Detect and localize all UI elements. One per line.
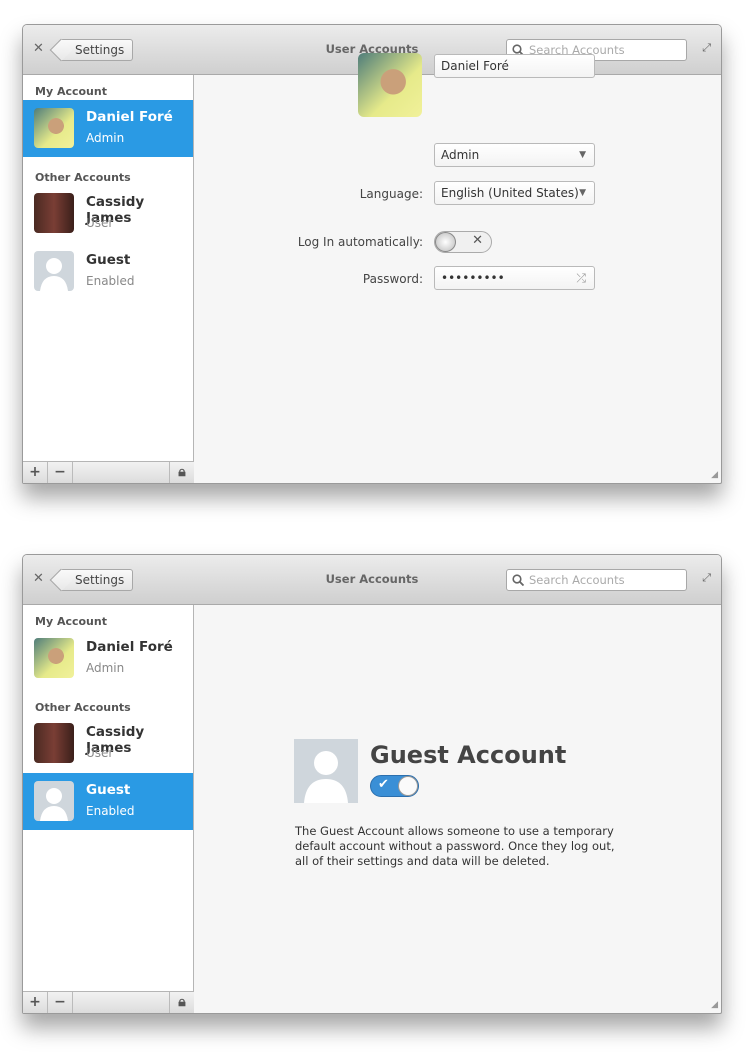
guest-avatar-icon [34, 251, 74, 291]
other-accounts-heading: Other Accounts [35, 171, 131, 184]
language-value: English (United States) [441, 186, 579, 200]
account-item-cassidy[interactable]: Cassidy James User [23, 715, 193, 772]
account-name: Daniel Foré [86, 109, 173, 125]
account-type-select[interactable]: Admin ▼ [434, 143, 595, 167]
password-label: Password: [362, 272, 423, 286]
account-item-daniel[interactable]: Daniel Foré Admin [23, 100, 193, 157]
account-item-daniel[interactable]: Daniel Foré Admin [23, 630, 193, 687]
my-account-heading: My Account [35, 85, 107, 98]
guest-title: Guest Account [370, 741, 567, 769]
header-bar: ✕ Settings User Accounts Search Accounts… [23, 555, 721, 605]
account-role: Admin [86, 131, 125, 145]
autologin-switch[interactable]: ✕ [434, 231, 492, 253]
account-role: Admin [86, 661, 125, 675]
account-name: Guest [86, 252, 131, 268]
remove-account-button[interactable]: − [48, 462, 73, 483]
sidebar: My Account Daniel Foré Admin Other Accoun… [23, 75, 194, 483]
off-x-icon: ✕ [472, 233, 483, 248]
search-placeholder: Search Accounts [529, 573, 625, 587]
guest-avatar-icon [34, 781, 74, 821]
search-input[interactable]: Search Accounts [506, 569, 687, 591]
account-item-cassidy[interactable]: Cassidy James User [23, 185, 193, 242]
resize-grip-icon[interactable]: ◢ [711, 1000, 718, 1010]
sidebar: My Account Daniel Foré Admin Other Accoun… [23, 605, 194, 1013]
dropdown-arrow-icon: ▼ [579, 150, 586, 160]
search-icon [512, 574, 524, 586]
sidebar-toolbar: + − 🔒︎ [23, 461, 194, 483]
full-name-input[interactable]: Daniel Foré [434, 54, 595, 78]
add-account-button[interactable]: + [23, 462, 48, 483]
remove-account-button[interactable]: − [48, 992, 73, 1013]
lock-icon[interactable]: 🔒︎ [169, 992, 194, 1013]
shuffle-icon[interactable]: ⤮ [576, 267, 586, 289]
account-name: Daniel Foré [86, 639, 173, 655]
avatar [34, 108, 74, 148]
language-label: Language: [359, 187, 423, 201]
user-accounts-window-guest: ✕ Settings User Accounts Search Accounts… [22, 554, 722, 1014]
check-icon: ✔ [378, 777, 389, 792]
dropdown-arrow-icon: ▼ [579, 188, 586, 198]
autologin-label: Log In automatically: [297, 235, 423, 249]
switch-knob [398, 776, 418, 796]
switch-knob [435, 232, 456, 252]
add-account-button[interactable]: + [23, 992, 48, 1013]
avatar [34, 193, 74, 233]
language-select[interactable]: English (United States) ▼ [434, 181, 595, 205]
user-accounts-window-admin: ✕ Settings User Accounts Search Accounts… [22, 24, 722, 484]
guest-avatar-icon [294, 739, 358, 803]
account-role: Enabled [86, 274, 135, 288]
guest-description: The Guest Account allows someone to use … [295, 824, 615, 868]
account-item-guest[interactable]: Guest Enabled [23, 243, 193, 300]
maximize-icon[interactable]: ⤢ [702, 571, 711, 585]
guest-enable-switch[interactable]: ✔ [370, 775, 419, 797]
account-role: User [86, 216, 114, 230]
user-avatar-button[interactable] [358, 53, 422, 117]
account-name: Guest [86, 782, 131, 798]
maximize-icon[interactable]: ⤢ [702, 41, 711, 55]
account-type-value: Admin [441, 148, 480, 162]
account-item-guest[interactable]: Guest Enabled [23, 773, 193, 830]
account-role: User [86, 746, 114, 760]
password-input[interactable]: ••••••••• ⤮ [434, 266, 595, 290]
resize-grip-icon[interactable]: ◢ [711, 470, 718, 480]
avatar [34, 723, 74, 763]
my-account-heading: My Account [35, 615, 107, 628]
sidebar-toolbar: + − 🔒︎ [23, 991, 194, 1013]
avatar [34, 638, 74, 678]
other-accounts-heading: Other Accounts [35, 701, 131, 714]
password-value: ••••••••• [441, 271, 505, 285]
account-role: Enabled [86, 804, 135, 818]
lock-icon[interactable]: 🔒︎ [169, 462, 194, 483]
